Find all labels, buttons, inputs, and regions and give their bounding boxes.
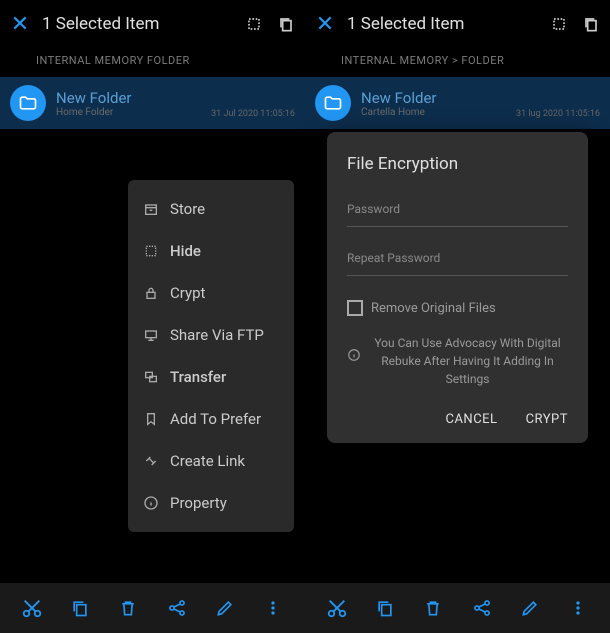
copy-icon[interactable] xyxy=(68,596,92,620)
select-all-icon[interactable] xyxy=(548,13,570,35)
selection-bar: ✕ 1 Selected Item xyxy=(305,0,610,48)
screen-left: ✕ 1 Selected Item INTERNAL MEMORY FOLDER… xyxy=(0,0,305,633)
close-icon[interactable]: ✕ xyxy=(313,12,337,37)
folder-date: 31 lug 2020 11:05:16 xyxy=(516,109,600,121)
bottom-toolbar xyxy=(0,583,305,633)
folder-info: New Folder Cartella Home xyxy=(361,89,506,118)
more-icon[interactable] xyxy=(566,596,590,620)
copy-icon[interactable] xyxy=(275,13,297,35)
selection-bar: ✕ 1 Selected Item xyxy=(0,0,305,48)
password-field[interactable]: Password xyxy=(347,202,568,227)
menu-label: Crypt xyxy=(170,284,205,302)
info-icon xyxy=(347,334,361,388)
menu-hide[interactable]: Hide xyxy=(128,230,294,272)
folder-name: New Folder xyxy=(361,89,506,107)
folder-row[interactable]: New Folder Cartella Home 31 lug 2020 11:… xyxy=(305,77,610,129)
cut-icon[interactable] xyxy=(20,596,44,620)
bottom-toolbar xyxy=(305,583,610,633)
folder-selected-icon[interactable] xyxy=(10,85,46,121)
repeat-password-field[interactable]: Repeat Password xyxy=(347,251,568,276)
archive-icon xyxy=(142,200,160,218)
encryption-modal: File Encryption Password Repeat Password… xyxy=(327,132,588,443)
folder-subtitle: Home Folder xyxy=(56,107,201,118)
checkbox-label: Remove Original Files xyxy=(371,301,496,316)
screen-right: ✕ 1 Selected Item INTERNAL MEMORY > FOLD… xyxy=(305,0,610,633)
menu-label: Hide xyxy=(170,242,201,260)
share-icon[interactable] xyxy=(470,596,494,620)
menu-label: Share Via FTP xyxy=(170,326,264,344)
remove-original-checkbox[interactable]: Remove Original Files xyxy=(347,300,568,316)
delete-icon[interactable] xyxy=(116,596,140,620)
folder-name: New Folder xyxy=(56,89,201,107)
ftp-icon xyxy=(142,326,160,344)
selection-title: 1 Selected Item xyxy=(347,14,538,34)
menu-label: Create Link xyxy=(170,452,245,470)
edit-icon[interactable] xyxy=(213,596,237,620)
menu-create-link[interactable]: Create Link xyxy=(128,440,294,482)
modal-info: You Can Use Advocacy With Digital Rebuke… xyxy=(347,334,568,388)
folder-subtitle: Cartella Home xyxy=(361,107,506,118)
checkbox-icon xyxy=(347,300,363,316)
selection-title: 1 Selected Item xyxy=(42,14,233,34)
menu-crypt[interactable]: Crypt xyxy=(128,272,294,314)
more-icon[interactable] xyxy=(261,596,285,620)
folder-selected-icon[interactable] xyxy=(315,85,351,121)
copy-icon[interactable] xyxy=(373,596,397,620)
bookmark-icon xyxy=(142,410,160,428)
folder-row[interactable]: New Folder Home Folder 31 Jul 2020 11:05… xyxy=(0,77,305,129)
modal-actions: CANCEL CRYPT xyxy=(347,412,568,427)
info-icon xyxy=(142,494,160,512)
modal-title: File Encryption xyxy=(347,154,568,174)
crypt-button[interactable]: CRYPT xyxy=(526,412,568,427)
copy-icon[interactable] xyxy=(580,13,602,35)
menu-add-prefer[interactable]: Add To Prefer xyxy=(128,398,294,440)
password-placeholder: Password xyxy=(347,202,568,226)
transfer-icon xyxy=(142,368,160,386)
context-menu: Store Hide Crypt Share Via FTP Transfer xyxy=(128,180,294,532)
edit-icon[interactable] xyxy=(518,596,542,620)
link-icon xyxy=(142,452,160,470)
menu-store[interactable]: Store xyxy=(128,188,294,230)
menu-label: Add To Prefer xyxy=(170,411,261,428)
cut-icon[interactable] xyxy=(325,596,349,620)
folder-info: New Folder Home Folder xyxy=(56,89,201,118)
hide-icon xyxy=(142,242,160,260)
breadcrumb: INTERNAL MEMORY FOLDER xyxy=(0,48,305,77)
delete-icon[interactable] xyxy=(421,596,445,620)
modal-info-text: You Can Use Advocacy With Digital Rebuke… xyxy=(367,334,568,388)
menu-transfer[interactable]: Transfer xyxy=(128,356,294,398)
menu-label: Transfer xyxy=(170,368,226,386)
lock-icon xyxy=(142,284,160,302)
share-icon[interactable] xyxy=(165,596,189,620)
breadcrumb: INTERNAL MEMORY > FOLDER xyxy=(305,48,610,77)
close-icon[interactable]: ✕ xyxy=(8,12,32,37)
cancel-button[interactable]: CANCEL xyxy=(445,412,497,427)
menu-property[interactable]: Property xyxy=(128,482,294,524)
repeat-placeholder: Repeat Password xyxy=(347,251,568,275)
menu-label: Property xyxy=(170,494,227,512)
select-all-icon[interactable] xyxy=(243,13,265,35)
folder-date: 31 Jul 2020 11:05:16 xyxy=(211,109,295,121)
menu-label: Store xyxy=(170,200,205,218)
menu-share-ftp[interactable]: Share Via FTP xyxy=(128,314,294,356)
